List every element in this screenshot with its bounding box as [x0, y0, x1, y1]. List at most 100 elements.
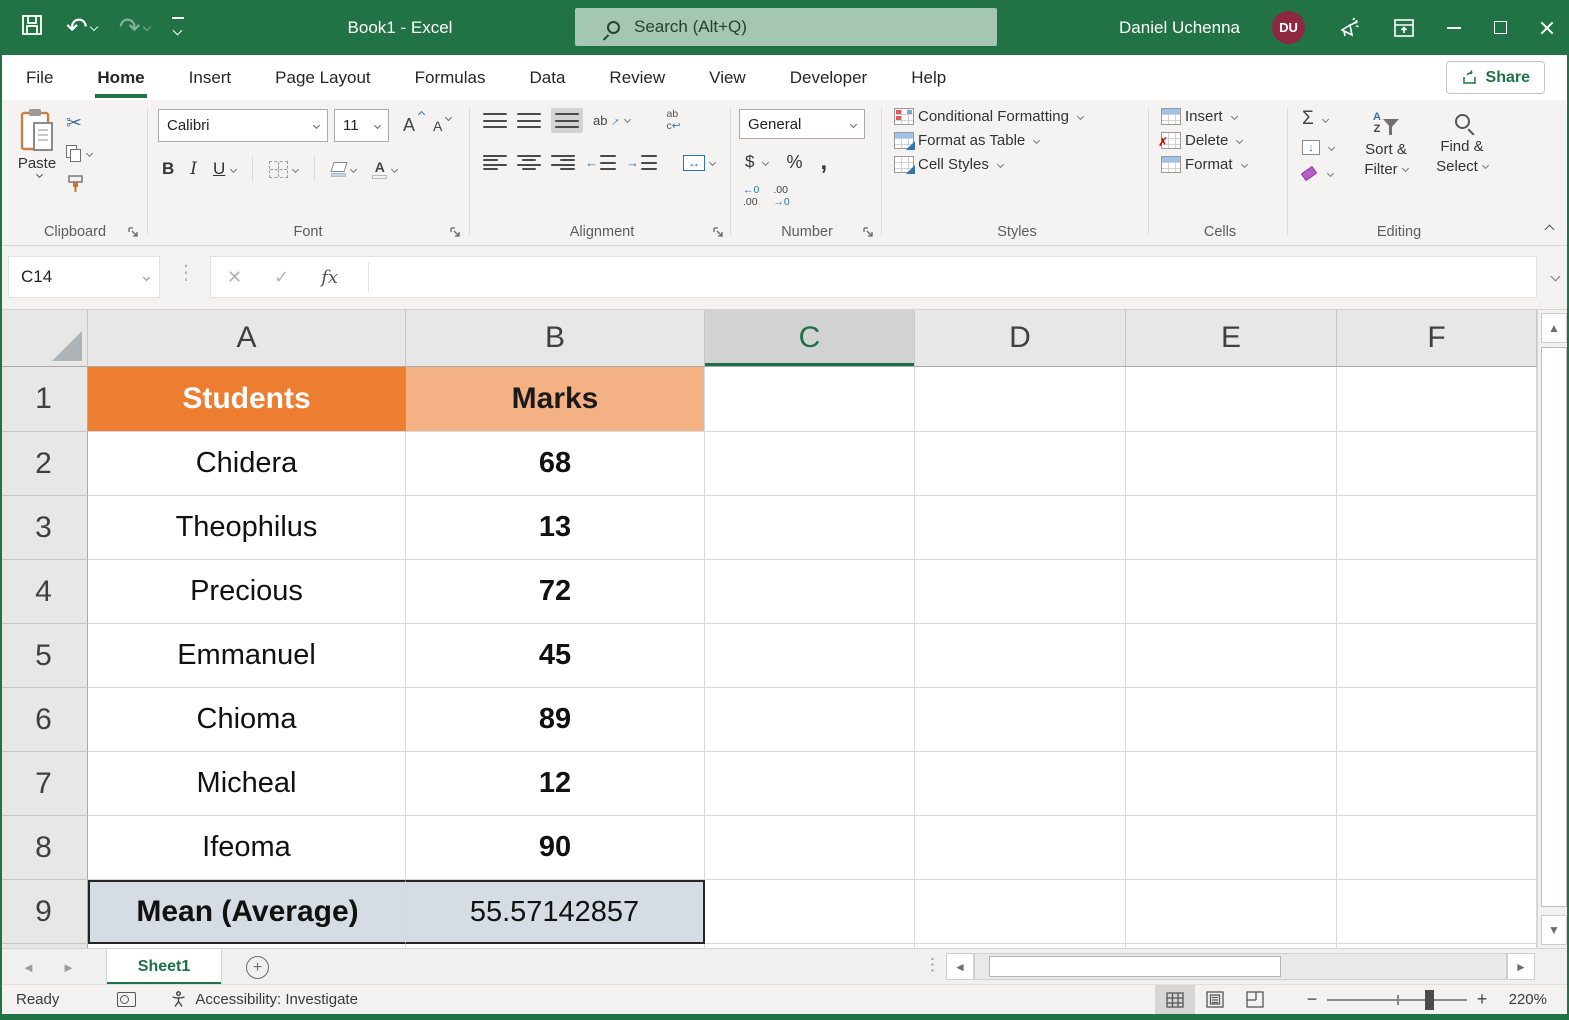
sheet-tab-sheet1[interactable]: Sheet1: [106, 949, 222, 985]
copy-button[interactable]: [66, 145, 92, 162]
cell-A4[interactable]: Precious: [88, 560, 406, 624]
top-align-button[interactable]: [483, 112, 507, 129]
increase-font-size-button[interactable]: A: [403, 115, 415, 136]
number-format-select[interactable]: General: [739, 109, 865, 139]
name-box[interactable]: [8, 256, 160, 298]
tab-developer[interactable]: Developer: [790, 55, 868, 100]
merge-center-button[interactable]: ↔: [683, 155, 715, 171]
decrease-indent-button[interactable]: ←: [585, 154, 616, 171]
cell-A8[interactable]: Ifeoma: [88, 816, 406, 880]
cut-button[interactable]: ✂: [66, 114, 92, 133]
number-dialog-launcher[interactable]: [863, 226, 875, 238]
conditional-formatting-button[interactable]: Conditional Formatting: [894, 108, 1083, 125]
zoom-slider[interactable]: [1327, 999, 1467, 1001]
cell-D2[interactable]: [915, 432, 1126, 496]
cell-C3[interactable]: [705, 496, 915, 560]
zoom-slider-thumb[interactable]: [1425, 990, 1434, 1010]
increase-indent-button[interactable]: →: [626, 154, 657, 171]
cell-B6[interactable]: 89: [406, 688, 705, 752]
scroll-up-arrow[interactable]: ▲: [1541, 313, 1567, 343]
horizontal-scrollbar[interactable]: [974, 953, 1507, 980]
tab-formulas[interactable]: Formulas: [415, 55, 486, 100]
cell-D4[interactable]: [915, 560, 1126, 624]
font-size-select[interactable]: 11: [334, 109, 389, 142]
minimize-button[interactable]: [1431, 0, 1477, 55]
tab-view[interactable]: View: [709, 55, 746, 100]
bottom-align-button[interactable]: [551, 108, 583, 133]
enter-icon[interactable]: ✓: [258, 267, 305, 288]
cell-B8[interactable]: 90: [406, 816, 705, 880]
zoom-level[interactable]: 220%: [1497, 991, 1569, 1008]
share-button[interactable]: Share: [1446, 61, 1545, 94]
cell-C9[interactable]: [705, 880, 915, 944]
select-all-button[interactable]: [0, 310, 88, 367]
italic-button[interactable]: I: [190, 159, 197, 179]
row-header-3[interactable]: 3: [0, 496, 88, 560]
row-header-1[interactable]: 1: [0, 367, 88, 432]
cell-C6[interactable]: [705, 688, 915, 752]
tab-file[interactable]: File: [26, 55, 53, 100]
cell-F1[interactable]: [1337, 367, 1537, 432]
align-right-button[interactable]: [551, 154, 575, 171]
cell-styles-button[interactable]: Cell Styles: [894, 156, 1083, 173]
cell-D9[interactable]: [915, 880, 1126, 944]
cell-F9[interactable]: [1337, 880, 1537, 944]
paste-button[interactable]: Paste: [8, 100, 66, 199]
cell-F5[interactable]: [1337, 624, 1537, 688]
cell-E1[interactable]: [1126, 367, 1337, 432]
accounting-format-button[interactable]: $: [745, 152, 768, 172]
cell-F6[interactable]: [1337, 688, 1537, 752]
ribbon-display-options-icon[interactable]: [1377, 0, 1431, 55]
wrap-text-button[interactable]: abc↩: [666, 109, 680, 132]
tab-help[interactable]: Help: [911, 55, 946, 100]
column-header-A[interactable]: A: [88, 310, 406, 367]
row-header-5[interactable]: 5: [0, 624, 88, 688]
cell-B1[interactable]: Marks: [406, 367, 705, 432]
cell-C8[interactable]: [705, 816, 915, 880]
cell-D3[interactable]: [915, 496, 1126, 560]
formula-bar-resize-handle[interactable]: ⋮: [176, 260, 196, 285]
orientation-button[interactable]: ab→: [593, 113, 630, 128]
user-avatar[interactable]: DU: [1256, 0, 1321, 55]
previous-sheet-arrow[interactable]: ◄: [22, 949, 35, 985]
autosum-button[interactable]: Σ: [1302, 108, 1334, 130]
align-left-button[interactable]: [483, 154, 507, 171]
expand-formula-bar-button[interactable]: [1547, 270, 1559, 288]
cell-A9-mean-label[interactable]: Mean (Average): [88, 880, 406, 944]
cell-B2[interactable]: 68: [406, 432, 705, 496]
cell-E7[interactable]: [1126, 752, 1337, 816]
cell-B7[interactable]: 12: [406, 752, 705, 816]
cell-B9-mean-value[interactable]: 55.57142857: [406, 880, 705, 944]
cell-D8[interactable]: [915, 816, 1126, 880]
next-sheet-arrow[interactable]: ►: [62, 949, 75, 985]
font-dialog-launcher[interactable]: [450, 226, 462, 238]
alignment-dialog-launcher[interactable]: [713, 226, 725, 238]
cell-E4[interactable]: [1126, 560, 1337, 624]
formula-input[interactable]: [369, 257, 1536, 297]
sort-filter-button[interactable]: AZ Sort & Filter: [1352, 106, 1420, 181]
cell-A5[interactable]: Emmanuel: [88, 624, 406, 688]
collapse-ribbon-button[interactable]: [1541, 219, 1553, 237]
search-input[interactable]: [634, 17, 934, 37]
decrease-font-size-button[interactable]: A: [433, 118, 442, 134]
cell-C5[interactable]: [705, 624, 915, 688]
cell-E8[interactable]: [1126, 816, 1337, 880]
cell-C4[interactable]: [705, 560, 915, 624]
tab-home[interactable]: Home: [97, 55, 144, 100]
align-center-button[interactable]: [517, 154, 541, 171]
vertical-scrollbar[interactable]: ▲ ▼: [1537, 310, 1569, 948]
maximize-button[interactable]: [1477, 0, 1523, 55]
macro-record-icon[interactable]: [117, 992, 136, 1007]
redo-button[interactable]: ↷: [119, 14, 150, 41]
cell-A6[interactable]: Chioma: [88, 688, 406, 752]
percent-style-button[interactable]: %: [786, 152, 802, 173]
vertical-scrollbar-thumb[interactable]: [1541, 347, 1567, 907]
row-header-4[interactable]: 4: [0, 560, 88, 624]
close-button[interactable]: [1523, 0, 1569, 55]
cancel-icon[interactable]: ✕: [211, 267, 258, 288]
decrease-decimal-button[interactable]: .00→0: [773, 184, 789, 208]
row-header-6[interactable]: 6: [0, 688, 88, 752]
zoom-out-button[interactable]: −: [1297, 989, 1327, 1010]
cell-C7[interactable]: [705, 752, 915, 816]
comma-style-button[interactable]: ,: [820, 148, 827, 176]
